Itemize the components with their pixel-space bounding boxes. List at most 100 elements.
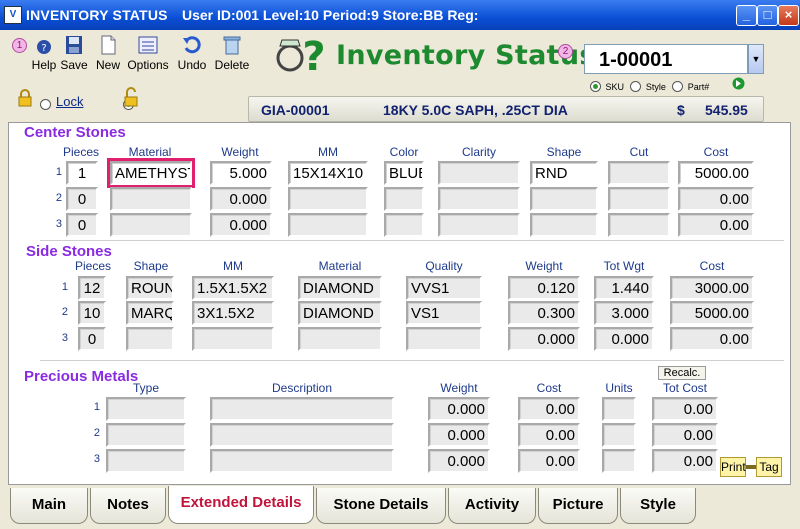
cs-pieces-field[interactable]: 1 bbox=[66, 161, 98, 185]
pm-cost-field[interactable]: 0.00 bbox=[518, 449, 580, 473]
pm-description-field[interactable] bbox=[210, 423, 394, 447]
cs-material-field[interactable] bbox=[110, 213, 192, 237]
pm-cost-field[interactable]: 0.00 bbox=[518, 423, 580, 447]
ss-mm-field[interactable]: 3X1.5X2 bbox=[192, 301, 274, 325]
ss-tot-wgt-field[interactable]: 1.440 bbox=[594, 276, 654, 300]
ss-shape-field[interactable]: ROUND bbox=[126, 276, 174, 300]
cs-shape-field[interactable] bbox=[530, 187, 598, 211]
close-button[interactable]: × bbox=[778, 5, 799, 26]
cs-shape-field[interactable]: RND bbox=[530, 161, 598, 185]
sku-radio[interactable] bbox=[590, 81, 601, 93]
undo-button[interactable]: Undo bbox=[172, 34, 212, 72]
ss-mm-field[interactable] bbox=[192, 327, 274, 351]
cs-cut-field[interactable] bbox=[608, 161, 670, 185]
cs-mm-field[interactable]: 15X14X10 bbox=[288, 161, 368, 185]
cs-color-field[interactable]: BLUE bbox=[384, 161, 424, 185]
print-tag-button[interactable]: Print Tag bbox=[720, 455, 782, 479]
cs-shape-field[interactable] bbox=[530, 213, 598, 237]
pm-tot-cost-field[interactable]: 0.00 bbox=[652, 449, 718, 473]
ss-quality-field[interactable] bbox=[406, 327, 482, 351]
cs-material-field[interactable]: AMETHYST bbox=[107, 158, 195, 188]
tab-picture[interactable]: Picture bbox=[538, 488, 618, 524]
tab-notes[interactable]: Notes bbox=[90, 488, 166, 524]
inventory-ring-logo: ? bbox=[276, 34, 326, 76]
cs-weight-field[interactable]: 0.000 bbox=[210, 213, 272, 237]
tab-extended-details[interactable]: Extended Details bbox=[168, 486, 314, 524]
pm-weight-field[interactable]: 0.000 bbox=[428, 449, 490, 473]
delete-button[interactable]: Delete bbox=[212, 34, 252, 72]
cs-cut-field[interactable] bbox=[608, 187, 670, 211]
ss-row-number: 3 bbox=[61, 332, 68, 344]
pm-units-field[interactable] bbox=[602, 449, 636, 473]
pm-description-field[interactable] bbox=[210, 449, 394, 473]
cs-pieces-field[interactable]: 0 bbox=[66, 213, 98, 237]
item-number-dropdown[interactable]: ▼ bbox=[748, 44, 764, 74]
cs-color-field[interactable] bbox=[384, 213, 424, 237]
ss-weight-field[interactable]: 0.300 bbox=[508, 301, 580, 325]
pm-weight-field[interactable]: 0.000 bbox=[428, 397, 490, 421]
recalc-button[interactable]: Recalc. bbox=[658, 366, 706, 380]
lock-radio[interactable] bbox=[40, 99, 51, 111]
cs-clarity-field[interactable] bbox=[438, 187, 520, 211]
cs-color-field[interactable] bbox=[384, 187, 424, 211]
style-radio[interactable] bbox=[630, 81, 642, 93]
pm-type-field[interactable] bbox=[106, 449, 186, 473]
ss-shape-field[interactable]: MARQ bbox=[126, 301, 174, 325]
pm-cost-field[interactable]: 0.00 bbox=[518, 397, 580, 421]
pm-type-field[interactable] bbox=[106, 423, 186, 447]
options-button[interactable]: Options bbox=[126, 34, 170, 72]
ss-material-field[interactable]: DIAMOND bbox=[298, 276, 382, 300]
cs-mm-field[interactable] bbox=[288, 213, 368, 237]
ss-quality-field[interactable]: VS1 bbox=[406, 301, 482, 325]
ss-weight-field[interactable]: 0.000 bbox=[508, 327, 580, 351]
ss-tot-wgt-field[interactable]: 3.000 bbox=[594, 301, 654, 325]
ss-weight-field[interactable]: 0.120 bbox=[508, 276, 580, 300]
cs-pieces-field[interactable]: 0 bbox=[66, 187, 98, 211]
cs-clarity-field[interactable] bbox=[438, 213, 520, 237]
tab-stone-details[interactable]: Stone Details bbox=[316, 488, 446, 524]
pm-units-field[interactable] bbox=[602, 423, 636, 447]
pm-tot-cost-field[interactable]: 0.00 bbox=[652, 423, 718, 447]
cs-cost-field[interactable]: 5000.00 bbox=[678, 161, 754, 185]
delete-label: Delete bbox=[214, 58, 250, 72]
ss-col-quality: Quality bbox=[425, 259, 463, 273]
ss-mm-field[interactable]: 1.5X1.5X2 bbox=[192, 276, 274, 300]
cs-material-field[interactable] bbox=[110, 187, 192, 211]
pm-units-field[interactable] bbox=[602, 397, 636, 421]
tab-activity[interactable]: Activity bbox=[448, 488, 536, 524]
pm-col-units: Units bbox=[605, 381, 633, 395]
item-number-field[interactable]: 1-00001 bbox=[584, 44, 748, 74]
pm-type-field[interactable] bbox=[106, 397, 186, 421]
pm-description-field[interactable] bbox=[210, 397, 394, 421]
new-button[interactable]: New bbox=[88, 34, 128, 72]
ss-pieces-field[interactable]: 10 bbox=[78, 301, 106, 325]
ss-cost-field[interactable]: 5000.00 bbox=[670, 301, 754, 325]
pm-weight-field[interactable]: 0.000 bbox=[428, 423, 490, 447]
ss-pieces-field[interactable]: 0 bbox=[78, 327, 106, 351]
lookup-type-group: SKU Style Part# bbox=[590, 78, 711, 96]
lock-label[interactable]: Lock bbox=[56, 94, 83, 109]
cs-mm-field[interactable] bbox=[288, 187, 368, 211]
cs-cost-field[interactable]: 0.00 bbox=[678, 213, 754, 237]
cs-cut-field[interactable] bbox=[608, 213, 670, 237]
ss-quality-field[interactable]: VVS1 bbox=[406, 276, 482, 300]
ss-material-field[interactable] bbox=[298, 327, 382, 351]
tab-style[interactable]: Style bbox=[620, 488, 696, 524]
ss-cost-field[interactable]: 0.00 bbox=[670, 327, 754, 351]
cs-clarity-field[interactable] bbox=[438, 161, 520, 185]
part-radio[interactable] bbox=[672, 81, 684, 93]
pm-tot-cost-field[interactable]: 0.00 bbox=[652, 397, 718, 421]
ss-tot-wgt-field[interactable]: 0.000 bbox=[594, 327, 654, 351]
ss-pieces-field[interactable]: 12 bbox=[78, 276, 106, 300]
ss-cost-field[interactable]: 3000.00 bbox=[670, 276, 754, 300]
minimize-button[interactable]: _ bbox=[736, 5, 757, 26]
cs-weight-field[interactable]: 5.000 bbox=[210, 161, 272, 185]
cs-weight-field[interactable]: 0.000 bbox=[210, 187, 272, 211]
app-icon: V bbox=[4, 6, 22, 24]
ss-material-field[interactable]: DIAMOND bbox=[298, 301, 382, 325]
maximize-button[interactable]: □ bbox=[757, 5, 778, 26]
cs-cost-field[interactable]: 0.00 bbox=[678, 187, 754, 211]
go-arrow-icon[interactable] bbox=[732, 77, 745, 90]
ss-shape-field[interactable] bbox=[126, 327, 174, 351]
tab-main[interactable]: Main bbox=[10, 488, 88, 524]
